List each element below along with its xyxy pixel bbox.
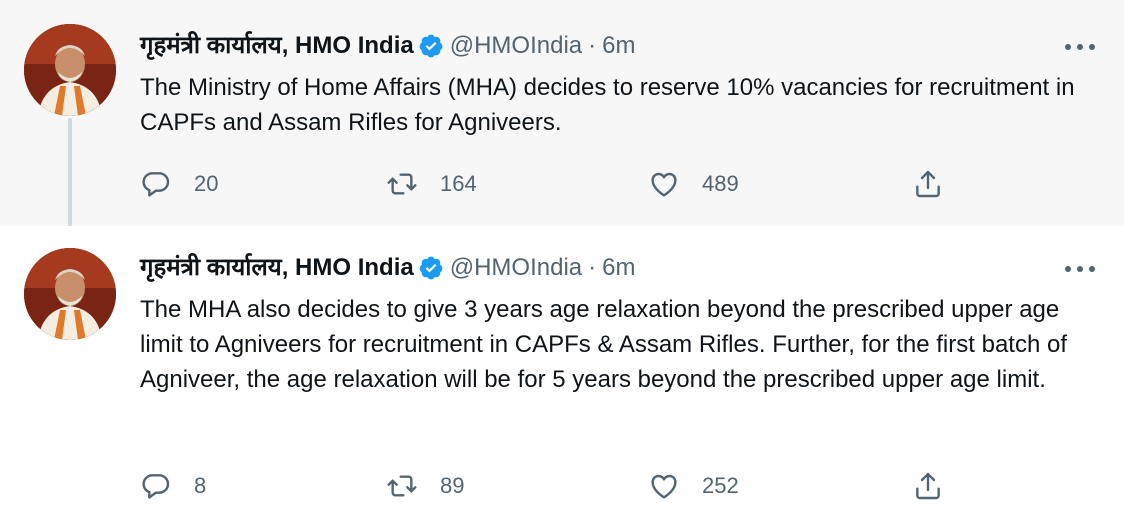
- like-count: 489: [702, 171, 739, 196]
- more-options-icon[interactable]: [1060, 40, 1100, 54]
- reply-count: 20: [194, 171, 219, 196]
- verified-badge-icon: [419, 256, 443, 280]
- share-button[interactable]: [912, 166, 944, 202]
- author-name[interactable]: गृहमंत्री कार्यालय, HMO India: [140, 252, 414, 284]
- tweet-timestamp[interactable]: 6m: [602, 30, 635, 62]
- share-button[interactable]: [912, 468, 944, 504]
- tweet-timestamp[interactable]: 6m: [602, 252, 635, 284]
- author-handle[interactable]: @HMOIndia: [450, 252, 582, 284]
- like-count: 252: [702, 473, 739, 498]
- avatar[interactable]: [24, 24, 116, 116]
- like-icon: [651, 474, 677, 499]
- tweet-actions: 8 89 252: [140, 468, 960, 504]
- tweet-actions: 20 164 489: [140, 166, 960, 202]
- thread-connector-line: [68, 118, 72, 242]
- share-icon: [916, 472, 940, 500]
- reply-icon: [142, 172, 170, 197]
- tweet-text: The MHA also decides to give 3 years age…: [140, 296, 1067, 393]
- avatar[interactable]: [24, 248, 116, 340]
- tweet-header: गृहमंत्री कार्यालय, HMO India @HMOIndia …: [140, 30, 635, 62]
- retweet-icon: [387, 173, 417, 195]
- reply-icon: [142, 474, 170, 499]
- more-options-icon[interactable]: [1060, 262, 1100, 276]
- separator-dot: ·: [588, 254, 597, 281]
- reply-button[interactable]: 8: [140, 468, 206, 504]
- tweet-text: The Ministry of Home Affairs (MHA) decid…: [140, 74, 1075, 136]
- retweet-button[interactable]: 89: [386, 468, 464, 504]
- author-handle[interactable]: @HMOIndia: [450, 30, 582, 62]
- separator-dot: ·: [588, 32, 597, 59]
- tweet-2[interactable]: गृहमंत्री कार्यालय, HMO India @HMOIndia …: [0, 226, 1124, 521]
- retweet-button[interactable]: 164: [386, 166, 477, 202]
- author-name[interactable]: गृहमंत्री कार्यालय, HMO India: [140, 30, 414, 62]
- verified-badge-icon: [419, 34, 443, 58]
- like-button[interactable]: 252: [648, 468, 739, 504]
- share-icon: [916, 170, 940, 198]
- like-button[interactable]: 489: [648, 166, 739, 202]
- tweet-header: गृहमंत्री कार्यालय, HMO India @HMOIndia …: [140, 252, 635, 284]
- reply-count: 8: [194, 473, 207, 498]
- like-icon: [651, 172, 677, 197]
- tweet-1[interactable]: गृहमंत्री कार्यालय, HMO India @HMOIndia …: [0, 0, 1124, 242]
- retweet-count: 164: [440, 171, 477, 196]
- reply-button[interactable]: 20: [140, 166, 218, 202]
- retweet-icon: [387, 475, 417, 497]
- retweet-count: 89: [440, 473, 465, 498]
